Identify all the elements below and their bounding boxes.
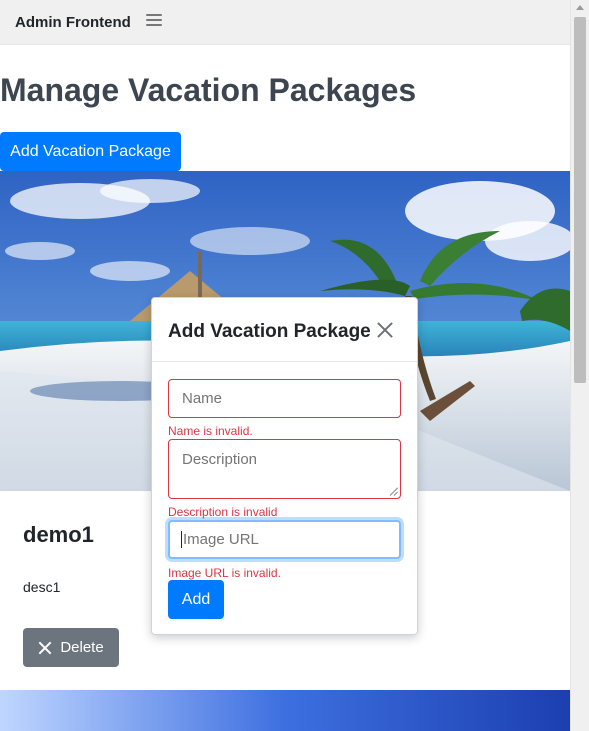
description-error: Description is invalid bbox=[168, 505, 278, 519]
package-description: desc1 bbox=[23, 579, 61, 595]
image-url-error: Image URL is invalid. bbox=[168, 566, 281, 580]
scrollbar-thumb[interactable] bbox=[574, 17, 586, 383]
add-vacation-package-button[interactable]: Add Vacation Package bbox=[0, 132, 181, 171]
name-input[interactable] bbox=[168, 379, 401, 418]
package-name: demo1 bbox=[23, 522, 94, 547]
name-error: Name is invalid. bbox=[168, 424, 253, 438]
navbar: Admin Frontend bbox=[0, 0, 570, 45]
text-caret bbox=[181, 531, 182, 548]
image-url-input[interactable] bbox=[168, 520, 401, 559]
page: Admin Frontend Manage Vacation Packages … bbox=[0, 0, 570, 731]
package-image bbox=[0, 690, 570, 731]
close-icon[interactable] bbox=[377, 322, 393, 338]
navbar-brand[interactable]: Admin Frontend bbox=[15, 14, 131, 31]
modal-title: Add Vacation Package bbox=[168, 321, 371, 342]
close-icon bbox=[38, 641, 52, 655]
add-package-modal: Add Vacation Package Name is invalid. De… bbox=[151, 297, 418, 635]
hamburger-menu-icon[interactable] bbox=[146, 14, 162, 27]
scroll-up-arrow-icon[interactable] bbox=[576, 5, 584, 10]
delete-label: Delete bbox=[60, 639, 104, 656]
delete-button[interactable]: Delete bbox=[23, 628, 119, 667]
vertical-scrollbar[interactable] bbox=[570, 0, 589, 731]
add-button[interactable]: Add bbox=[168, 580, 224, 619]
description-input[interactable] bbox=[168, 439, 401, 499]
modal-header: Add Vacation Package bbox=[152, 298, 417, 362]
resize-handle[interactable] bbox=[390, 487, 398, 495]
page-title: Manage Vacation Packages bbox=[0, 72, 417, 108]
